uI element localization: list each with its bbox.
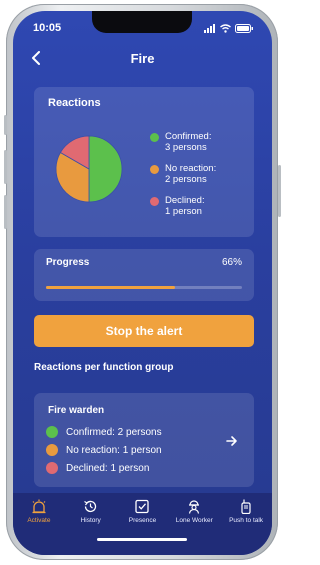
tab-push-to-talk[interactable]: Push to talk — [220, 493, 272, 555]
function-group-item-no-reaction: No reaction: 1 person — [46, 441, 162, 459]
progress-percent: 66% — [221, 257, 242, 268]
tab-lone-worker[interactable]: Lone Worker — [168, 493, 220, 555]
legend-dot-declined — [150, 197, 159, 206]
function-group-card[interactable]: Fire warden Confirmed: 2 persons No reac… — [34, 393, 254, 487]
reactions-pie-chart — [55, 135, 123, 203]
chevron-left-icon — [32, 51, 40, 65]
tab-history[interactable]: History — [65, 493, 117, 555]
status-bar: 10:05 — [33, 21, 254, 35]
legend-dot-confirmed — [150, 133, 159, 142]
walkie-talkie-icon — [241, 499, 251, 514]
tab-label-presence: Presence — [128, 517, 157, 524]
legend-label-no-reaction: No reaction: — [165, 163, 217, 174]
legend-text-no-reaction: No reaction: 2 persons — [165, 163, 216, 185]
reactions-legend: Confirmed: 3 persons No reaction: 2 pers… — [150, 131, 216, 217]
progress-card: Progress 66% — [34, 249, 254, 301]
stop-alert-button[interactable]: Stop the alert — [34, 315, 254, 347]
page-title: Fire — [130, 50, 155, 66]
home-indicator — [97, 538, 187, 541]
function-group-name: Fire warden — [48, 405, 105, 416]
nav-bar: Fire — [13, 47, 272, 69]
legend-count-confirmed: 3 persons — [165, 142, 207, 153]
wifi-icon — [220, 23, 231, 33]
status-dot-confirmed — [46, 426, 58, 438]
back-button[interactable] — [25, 47, 47, 69]
legend-text-confirmed: Confirmed: 3 persons — [165, 131, 211, 153]
legend-text-declined: Declined: 1 person — [165, 195, 205, 217]
function-group-item-declined: Declined: 1 person — [46, 459, 162, 477]
checkbox-icon — [135, 499, 150, 514]
progress-fill — [46, 286, 176, 289]
status-icons — [204, 23, 254, 33]
function-group-item-text: No reaction: 1 person — [66, 444, 162, 456]
legend-label-declined: Declined: — [165, 195, 205, 206]
reactions-title: Reactions — [48, 97, 101, 109]
lone-worker-icon — [189, 500, 200, 514]
legend-count-declined: 1 person — [165, 206, 202, 217]
reactions-card: Reactions Confirmed: 3 persons No reacti… — [34, 87, 254, 237]
function-groups-title: Reactions per function group — [34, 362, 174, 373]
legend-label-confirmed: Confirmed: — [165, 131, 212, 142]
legend-item-no-reaction: No reaction: 2 persons — [150, 163, 216, 185]
tab-label-lone-worker: Lone Worker — [175, 517, 213, 524]
status-dot-declined — [46, 462, 58, 474]
legend-item-declined: Declined: 1 person — [150, 195, 216, 217]
signal-icon — [204, 23, 215, 33]
status-dot-no-reaction — [46, 444, 58, 456]
history-icon — [84, 500, 97, 513]
tab-label-history: History — [80, 517, 101, 524]
tab-presence[interactable]: Presence — [117, 493, 169, 555]
legend-dot-no-reaction — [150, 165, 159, 174]
function-group-item-text: Declined: 1 person — [66, 462, 150, 474]
tab-label-push-to-talk: Push to talk — [229, 517, 264, 524]
status-time: 10:05 — [33, 22, 62, 34]
progress-track — [46, 286, 242, 289]
function-group-item-confirmed: Confirmed: 2 persons — [46, 423, 162, 441]
mute-switch — [4, 115, 7, 135]
function-group-item-text: Confirmed: 2 persons — [66, 426, 162, 438]
tab-bar: Activate History Presence Lone Worker Pu… — [13, 493, 272, 555]
app-screen: 10:05 Fire Reactions Confirmed: 3 person… — [13, 11, 272, 555]
legend-item-confirmed: Confirmed: 3 persons — [150, 131, 216, 153]
alarm-bell-icon — [32, 499, 46, 514]
volume-down-button — [4, 195, 7, 229]
volume-up-button — [4, 150, 7, 184]
function-group-items: Confirmed: 2 persons No reaction: 1 pers… — [46, 423, 162, 477]
tab-label-activate: Activate — [27, 517, 51, 524]
pie-slice-confirmed — [88, 135, 123, 203]
arrow-right-icon[interactable] — [226, 435, 238, 447]
tab-activate[interactable]: Activate — [13, 493, 65, 555]
progress-label: Progress — [46, 257, 90, 268]
legend-count-no-reaction: 2 persons — [165, 174, 207, 185]
battery-icon — [235, 23, 253, 33]
power-button — [278, 165, 281, 217]
